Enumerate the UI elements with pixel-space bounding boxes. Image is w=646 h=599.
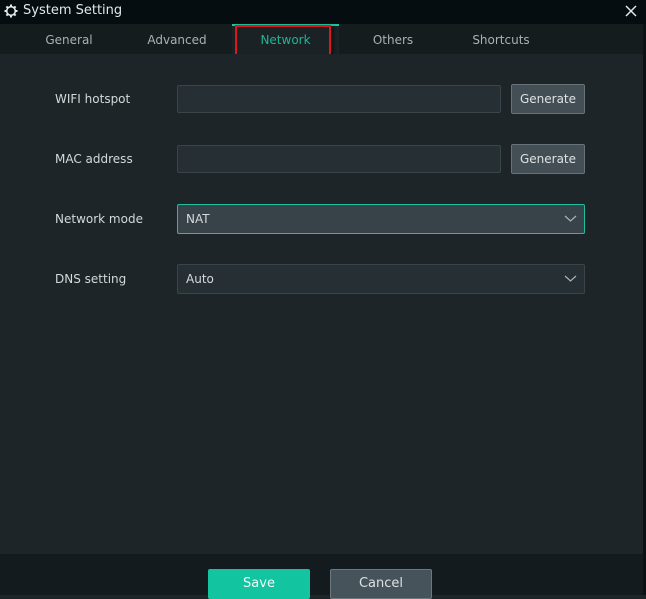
network-mode-label: Network mode (55, 212, 143, 226)
dialog-footer (0, 554, 643, 595)
close-icon[interactable] (622, 2, 640, 20)
mac-generate-button[interactable]: Generate (511, 144, 585, 174)
title-bar: System Setting (0, 0, 646, 24)
network-settings-panel (0, 54, 643, 554)
network-mode-select[interactable]: NAT (177, 204, 585, 234)
tab-shortcuts[interactable]: Shortcuts (452, 24, 550, 54)
mac-address-label: MAC address (55, 152, 133, 166)
dns-setting-value: Auto (186, 272, 214, 286)
window-title: System Setting (23, 3, 123, 18)
chevron-down-icon (564, 215, 577, 222)
dns-setting-select[interactable]: Auto (177, 264, 585, 294)
wifi-hotspot-input[interactable] (177, 85, 501, 113)
tab-general[interactable]: General (20, 24, 118, 54)
tab-advanced[interactable]: Advanced (128, 24, 226, 54)
network-mode-value: NAT (186, 212, 210, 226)
mac-address-input[interactable] (177, 145, 501, 173)
chevron-down-icon (564, 275, 577, 282)
tab-bar: General Advanced Network Others Shortcut… (0, 24, 643, 54)
wifi-hotspot-label: WIFI hotspot (55, 92, 131, 106)
gear-icon (4, 4, 18, 18)
wifi-generate-button[interactable]: Generate (511, 84, 585, 114)
tab-network[interactable]: Network (232, 24, 339, 54)
dns-setting-label: DNS setting (55, 272, 127, 286)
tab-others[interactable]: Others (344, 24, 442, 54)
